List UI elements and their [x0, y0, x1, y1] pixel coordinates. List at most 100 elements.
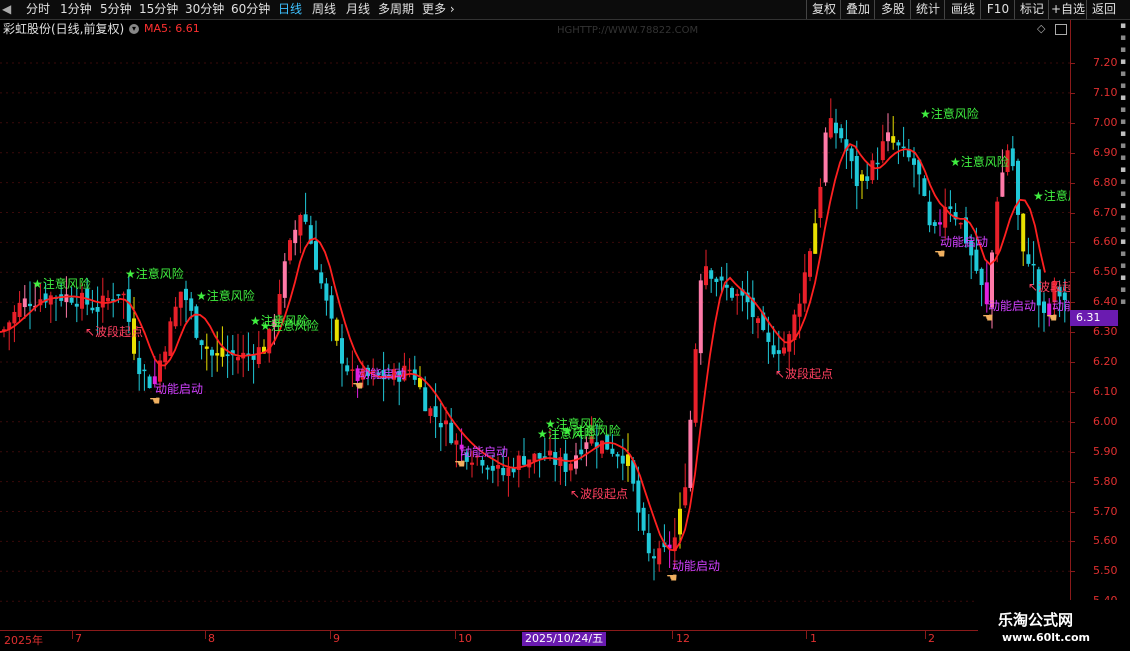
- momentum-start-label: 动能启动: [460, 445, 508, 459]
- candle-body: [314, 241, 318, 270]
- hand-pointer-icon: ☚: [454, 457, 466, 472]
- price-tick: 6.50: [1093, 265, 1118, 279]
- candle-body: [834, 122, 838, 134]
- price-tick-mark: [1071, 571, 1075, 573]
- candle-body: [340, 338, 344, 364]
- period-tab-intraday[interactable]: ◀: [2, 1, 11, 18]
- side-strip-glyph: ▪: [1120, 117, 1127, 127]
- candle-body: [839, 128, 844, 139]
- candle-body: [1016, 160, 1020, 215]
- candlestick-chart[interactable]: ★注意风险 ★注意风险 ★注意风险 ★注意风险 ★注意风险 ★注意风险 ★注意风险 ★注意风险…: [0, 38, 1070, 630]
- candle-body: [142, 369, 147, 372]
- period-tab-30min[interactable]: 30分钟: [185, 1, 224, 18]
- candle-body: [106, 297, 110, 302]
- stock-title: 彩虹股份(日线,前复权): [3, 22, 125, 36]
- price-tick-mark: [1071, 451, 1075, 453]
- dropdown-icon[interactable]: ▾: [129, 24, 139, 34]
- candle-body: [615, 454, 620, 457]
- period-tab-15min[interactable]: 15分钟: [139, 1, 178, 18]
- side-strip-glyph: ▪: [1120, 33, 1127, 43]
- candle-body: [568, 463, 573, 471]
- candle-body: [896, 142, 901, 146]
- diamond-icon[interactable]: ◇: [1037, 20, 1045, 38]
- momentum-start-label: 动能启动: [155, 382, 203, 396]
- add-watchlist-button[interactable]: +自选: [1048, 0, 1087, 19]
- f10-button[interactable]: F10: [980, 0, 1015, 19]
- price-tick: 5.70: [1093, 504, 1118, 518]
- side-panel-strip[interactable]: ▪ ▪ ▪ ▪ ▪ ▪ ▪ ▪ ▪ ▪ ▪ ▪ ▪ ▪ ▪ ▪ ▪ ▪ ▪ ▪ ▪ ▪ ▪ ▪: [1120, 20, 1130, 310]
- candle-body: [766, 332, 771, 342]
- candle-body: [719, 276, 724, 281]
- side-strip-glyph: ▪: [1120, 69, 1127, 79]
- candle-body: [137, 357, 142, 375]
- period-tab-5min[interactable]: 5分钟: [100, 1, 132, 18]
- risk-warning-label: ★注意风险: [1033, 188, 1070, 203]
- candle-body: [813, 223, 818, 254]
- side-strip-glyph: ▪: [1120, 45, 1127, 55]
- candle-body: [880, 141, 885, 161]
- candle-body: [704, 266, 708, 286]
- period-tab-multi[interactable]: 多周期: [378, 1, 414, 18]
- candle-body: [444, 420, 448, 425]
- side-strip-glyph: ▪: [1120, 153, 1127, 163]
- wave-start-label: ↖波段起点: [775, 366, 833, 381]
- candle-body: [693, 349, 698, 423]
- draw-line-button[interactable]: 画线: [944, 0, 981, 19]
- candle-body: [776, 350, 781, 354]
- date-label-jul: 7: [75, 632, 82, 645]
- date-sep: [330, 631, 331, 639]
- date-axis: 2025年 7 8 9 10 2025/10/24/五 12 1 2: [0, 630, 1070, 651]
- price-tick-mark: [1071, 302, 1075, 304]
- price-tick: 6.40: [1093, 295, 1118, 309]
- wave-start-label: ↖波段起点: [85, 324, 143, 339]
- candle-body: [870, 160, 875, 181]
- side-strip-glyph: ▪: [1120, 201, 1127, 211]
- momentum-start-label: 动能启动: [358, 367, 406, 381]
- candle-body: [490, 465, 495, 471]
- candle-body: [288, 240, 292, 261]
- candle-body: [184, 288, 188, 301]
- candle-body: [438, 423, 443, 428]
- candle-body: [641, 507, 646, 531]
- price-tick: 5.60: [1093, 534, 1118, 548]
- overlay-button[interactable]: 叠加: [840, 0, 875, 19]
- price-tick-mark: [1071, 212, 1075, 214]
- candle-body: [90, 307, 95, 311]
- momentum-start-label: 动能启动: [988, 299, 1036, 313]
- candle-body: [303, 214, 308, 222]
- price-tick-mark: [1071, 122, 1075, 124]
- period-tab-intraday-label[interactable]: 分时: [26, 1, 50, 18]
- ma5-line: [0, 143, 1046, 552]
- date-sep: [205, 631, 206, 639]
- period-tab-monthly[interactable]: 月线: [346, 1, 370, 18]
- candle-body: [849, 148, 854, 162]
- candle-body: [974, 249, 979, 271]
- candle-body: [501, 467, 506, 476]
- back-button[interactable]: 返回: [1086, 0, 1121, 19]
- period-toolbar: ◀ 分时 1分钟 5分钟 15分钟 30分钟 60分钟 日线 周线 月线 多周期…: [0, 0, 1130, 20]
- hand-pointer-icon: ☚: [352, 379, 364, 394]
- candle-body: [210, 349, 214, 356]
- statistics-button[interactable]: 统计: [910, 0, 945, 19]
- adjust-button[interactable]: 复权: [806, 0, 841, 19]
- multi-stock-button[interactable]: 多股: [874, 0, 911, 19]
- window-icon[interactable]: [1055, 24, 1067, 35]
- hand-pointer-icon: ☚: [666, 571, 678, 586]
- candle-body: [797, 303, 802, 317]
- period-tab-1min[interactable]: 1分钟: [60, 1, 92, 18]
- candle-body: [199, 340, 204, 346]
- candle-body: [678, 508, 682, 535]
- period-tab-daily[interactable]: 日线: [278, 1, 302, 18]
- candle-body: [345, 365, 350, 372]
- period-tab-weekly[interactable]: 周线: [312, 1, 336, 18]
- candle-body: [433, 406, 438, 418]
- price-tick-mark: [1071, 332, 1075, 334]
- price-tick: 7.10: [1093, 85, 1118, 99]
- period-tab-more[interactable]: 更多 ›: [422, 1, 455, 18]
- candle-body: [329, 295, 334, 319]
- candle-body: [584, 442, 589, 449]
- mark-button[interactable]: 标记: [1014, 0, 1049, 19]
- period-tab-60min[interactable]: 60分钟: [231, 1, 270, 18]
- date-label-sep: 9: [333, 632, 340, 645]
- candle-body: [537, 453, 542, 459]
